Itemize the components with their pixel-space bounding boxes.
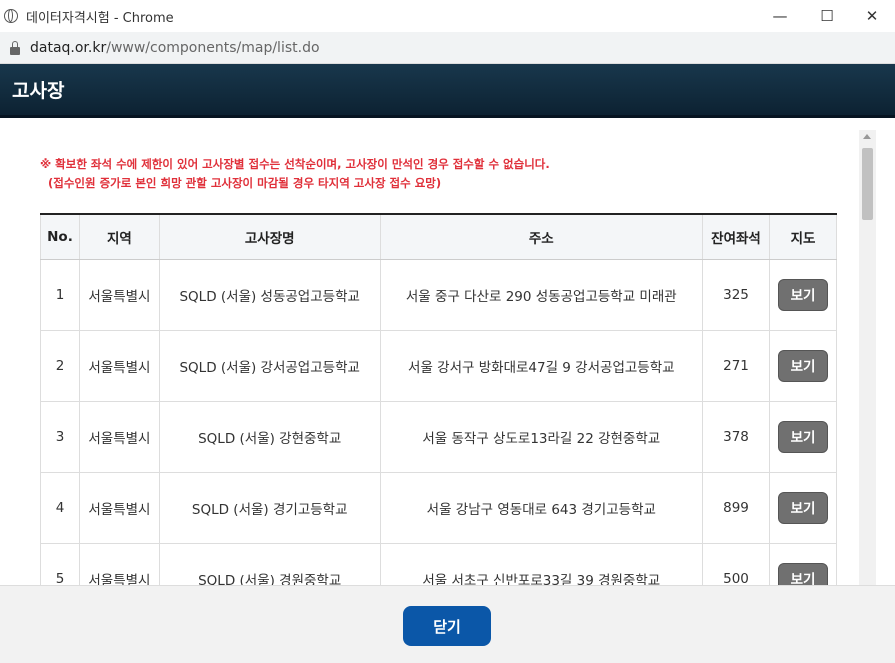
cell-seats: 325 (702, 259, 770, 331)
scroll-up-arrow-icon[interactable] (863, 134, 871, 139)
cell-name: SQLD (서울) 성동공업고등학교 (158, 259, 381, 331)
table-header-row: No. 지역 고사장명 주소 잔여좌석 지도 (40, 213, 837, 260)
col-header-name: 고사장명 (158, 213, 381, 260)
cell-map: 보기 (768, 472, 837, 544)
exam-site-table-container: No. 지역 고사장명 주소 잔여좌석 지도 1 서울특별시 SQLD (서울)… (40, 213, 837, 585)
maximize-button[interactable]: ☐ (804, 0, 850, 32)
address-bar[interactable]: dataq.or.kr/www/components/map/list.do (0, 32, 895, 64)
cell-no: 5 (40, 543, 80, 585)
cell-name: SQLD (서울) 경기고등학교 (158, 472, 381, 544)
cell-address: 서울 서초구 신반포로33길 39 경원중학교 (379, 543, 704, 585)
cell-region: 서울특별시 (78, 472, 160, 544)
notice-text: ※ 확보한 좌석 수에 제한이 있어 고사장별 접수는 선착순이며, 고사장이 … (40, 155, 550, 193)
cell-address: 서울 강남구 영동대로 643 경기고등학교 (379, 472, 704, 544)
cell-region: 서울특별시 (78, 330, 160, 402)
table-row: 1 서울특별시 SQLD (서울) 성동공업고등학교 서울 중구 다산로 290… (40, 259, 837, 331)
page-header: 고사장 (0, 64, 895, 118)
cell-map: 보기 (768, 401, 837, 473)
view-map-button[interactable]: 보기 (777, 421, 828, 453)
view-map-button[interactable]: 보기 (777, 350, 828, 382)
view-map-button[interactable]: 보기 (777, 279, 828, 311)
table-row: 2 서울특별시 SQLD (서울) 강서공업고등학교 서울 강서구 방화대로47… (40, 330, 837, 402)
window-title: 데이터자격시험 - Chrome (26, 10, 174, 26)
vertical-scrollbar[interactable] (859, 130, 876, 585)
cell-address: 서울 동작구 상도로13라길 22 강현중학교 (379, 401, 704, 473)
minimize-button[interactable]: — (757, 0, 803, 32)
table-row: 3 서울특별시 SQLD (서울) 강현중학교 서울 동작구 상도로13라길 2… (40, 401, 837, 473)
col-header-address: 주소 (379, 213, 704, 260)
table-row: 5 서울특별시 SQLD (서울) 경원중학교 서울 서초구 신반포로33길 3… (40, 543, 837, 585)
cell-seats: 271 (702, 330, 770, 402)
cell-region: 서울특별시 (78, 259, 160, 331)
cell-address: 서울 강서구 방화대로47길 9 강서공업고등학교 (379, 330, 704, 402)
cell-no: 4 (40, 472, 80, 544)
cell-map: 보기 (768, 543, 837, 585)
lock-icon (10, 40, 20, 55)
close-window-button[interactable]: ✕ (849, 0, 895, 32)
col-header-region: 지역 (78, 213, 160, 260)
globe-icon (4, 9, 18, 23)
notice-line-1: ※ 확보한 좌석 수에 제한이 있어 고사장별 접수는 선착순이며, 고사장이 … (40, 157, 550, 171)
cell-region: 서울특별시 (78, 543, 160, 585)
cell-address: 서울 중구 다산로 290 성동공업고등학교 미래관 (379, 259, 704, 331)
url-path: /www/components/map/list.do (106, 39, 320, 56)
cell-name: SQLD (서울) 강서공업고등학교 (158, 330, 381, 402)
cell-seats: 899 (702, 472, 770, 544)
col-header-no: No. (40, 213, 80, 260)
cell-no: 2 (40, 330, 80, 402)
cell-seats: 378 (702, 401, 770, 473)
view-map-button[interactable]: 보기 (777, 563, 828, 585)
cell-map: 보기 (768, 330, 837, 402)
close-button[interactable]: 닫기 (403, 606, 491, 646)
table-row: 4 서울특별시 SQLD (서울) 경기고등학교 서울 강남구 영동대로 643… (40, 472, 837, 544)
col-header-seats: 잔여좌석 (702, 213, 770, 260)
cell-region: 서울특별시 (78, 401, 160, 473)
view-map-button[interactable]: 보기 (777, 492, 828, 524)
cell-name: SQLD (서울) 강현중학교 (158, 401, 381, 473)
url-host: dataq.or.kr (30, 39, 107, 56)
cell-no: 1 (40, 259, 80, 331)
scrollbar-thumb[interactable] (862, 148, 873, 220)
cell-seats: 500 (702, 543, 770, 585)
col-header-map: 지도 (768, 213, 837, 260)
cell-no: 3 (40, 401, 80, 473)
modal-footer: 닫기 (0, 585, 895, 663)
page-title: 고사장 (12, 80, 65, 102)
exam-site-table: No. 지역 고사장명 주소 잔여좌석 지도 1 서울특별시 SQLD (서울)… (40, 213, 837, 585)
cell-map: 보기 (768, 259, 837, 331)
cell-name: SQLD (서울) 경원중학교 (158, 543, 381, 585)
notice-line-2: (접수인원 증가로 본인 희망 관할 고사장이 마감될 경우 타지역 고사장 접… (48, 176, 442, 190)
